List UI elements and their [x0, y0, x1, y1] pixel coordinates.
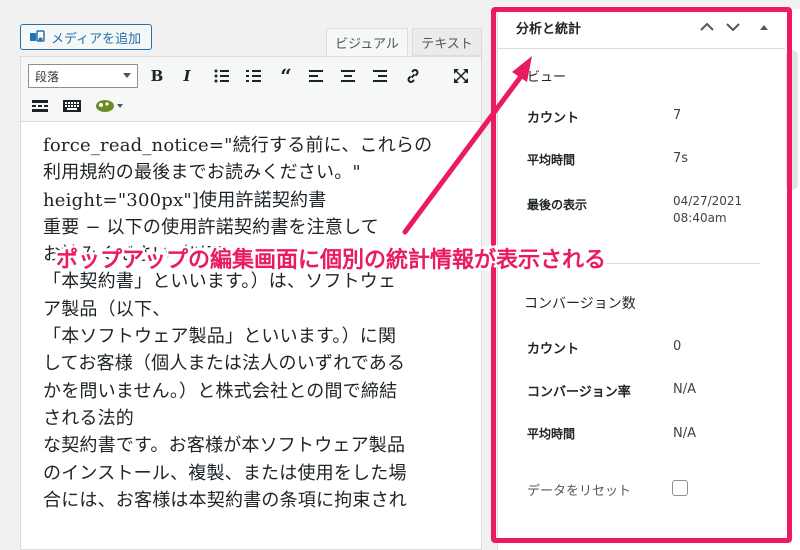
annotation-arrow [402, 56, 532, 235]
annotation-callout: ポップアップの編集画面に個別の統計情報が表示される [56, 248, 607, 273]
